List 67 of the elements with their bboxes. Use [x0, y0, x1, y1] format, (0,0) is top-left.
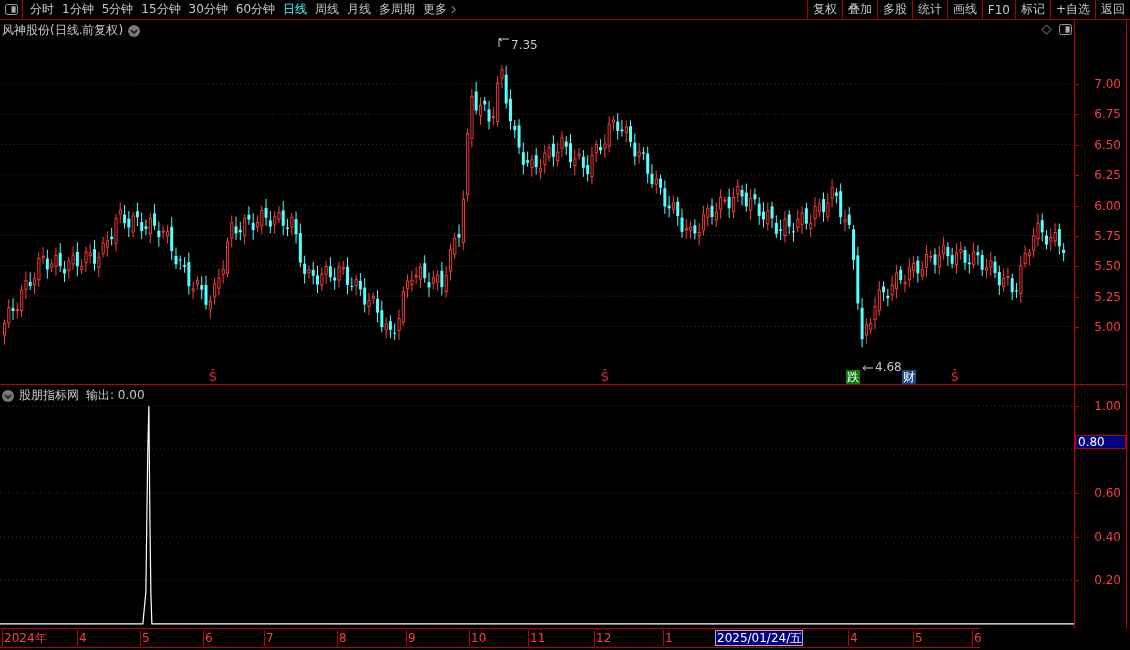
- toolbar-button[interactable]: F10: [981, 0, 1015, 19]
- axis-label: 5.25: [1094, 289, 1121, 304]
- axis-label: 0.40: [1094, 530, 1121, 544]
- date-label: 2025/01/24/五: [715, 630, 804, 646]
- diamond-icon[interactable]: [1041, 24, 1052, 35]
- toolbar-button[interactable]: 叠加: [841, 0, 877, 19]
- axis-label: 5.75: [1094, 229, 1121, 243]
- period-tab[interactable]: 15分钟: [137, 0, 185, 19]
- low-price-label: 4.68: [875, 360, 902, 374]
- date-label: 4: [848, 630, 858, 646]
- period-tab[interactable]: 分时: [26, 0, 58, 19]
- axis-label: 6.50: [1094, 137, 1121, 152]
- date-label: 8: [337, 630, 347, 646]
- date-label: 12: [594, 630, 612, 646]
- axis-label: 6.25: [1094, 168, 1121, 183]
- axis-label: 0.60: [1094, 486, 1121, 500]
- period-tab[interactable]: 5分钟: [97, 0, 138, 19]
- toolbar-button[interactable]: 返回: [1095, 0, 1130, 19]
- date-label: 4: [77, 630, 87, 646]
- toolbar-button[interactable]: 画线: [946, 0, 982, 19]
- finance-badge: 财: [902, 370, 916, 384]
- leader-line: [862, 364, 874, 372]
- toolbar-button[interactable]: 统计: [911, 0, 947, 19]
- period-tab[interactable]: 60分钟: [231, 0, 280, 19]
- signal-marker: Ŝ: [600, 370, 610, 384]
- axis-label: 7.00: [1094, 77, 1121, 91]
- date-label: 6: [972, 630, 982, 646]
- panel-toggle-icon[interactable]: [1059, 24, 1072, 35]
- toolbar-button[interactable]: +自选: [1049, 0, 1095, 19]
- date-label: 6: [203, 630, 213, 646]
- high-price-label: 7.35: [511, 38, 538, 52]
- axis-label: 6.75: [1094, 107, 1121, 122]
- toolbar-button[interactable]: 多股: [876, 0, 912, 19]
- period-tab[interactable]: 日线: [279, 0, 312, 19]
- period-tab[interactable]: 更多: [419, 0, 461, 19]
- period-tab[interactable]: 周线: [311, 0, 344, 19]
- toolbar-button[interactable]: 标记: [1014, 0, 1050, 19]
- period-tab[interactable]: 月线: [343, 0, 376, 19]
- date-label: 5: [913, 630, 923, 646]
- fall-badge: 跌: [846, 370, 860, 384]
- date-label: 1: [663, 630, 673, 646]
- date-label: 5: [140, 630, 150, 646]
- date-label: 11: [528, 630, 546, 646]
- date-label: 10: [469, 630, 487, 646]
- axis-label: 6.00: [1094, 198, 1121, 213]
- axis-label: 5.00: [1094, 320, 1121, 335]
- indicator-name: 股朋指标网: [19, 387, 79, 404]
- leader-line: [498, 38, 510, 48]
- period-tab[interactable]: 多周期: [375, 0, 420, 19]
- dropdown-icon[interactable]: [2, 389, 14, 402]
- chart-title: 风神股份(日线.前复权): [2, 22, 124, 39]
- cursor-value-badge: 0.80: [1075, 435, 1126, 449]
- date-label: 7: [264, 630, 274, 646]
- chevron-icon: [451, 5, 457, 14]
- dropdown-icon[interactable]: [128, 24, 141, 37]
- axis-label: 0.20: [1094, 573, 1121, 587]
- indicator-output: 输出: 0.00: [86, 387, 145, 404]
- panel-toggle-icon[interactable]: [4, 4, 18, 15]
- toolbar-button[interactable]: 复权: [806, 0, 842, 19]
- signal-marker: Ŝ: [208, 370, 218, 384]
- date-label: 2024年: [2, 630, 47, 646]
- period-tab[interactable]: 30分钟: [184, 0, 232, 19]
- date-label: 9: [406, 630, 416, 646]
- period-tab[interactable]: 1分钟: [58, 0, 98, 19]
- signal-marker: Ŝ: [950, 370, 960, 384]
- axis-label: 1.00: [1094, 399, 1121, 413]
- axis-label: 5.50: [1094, 259, 1121, 274]
